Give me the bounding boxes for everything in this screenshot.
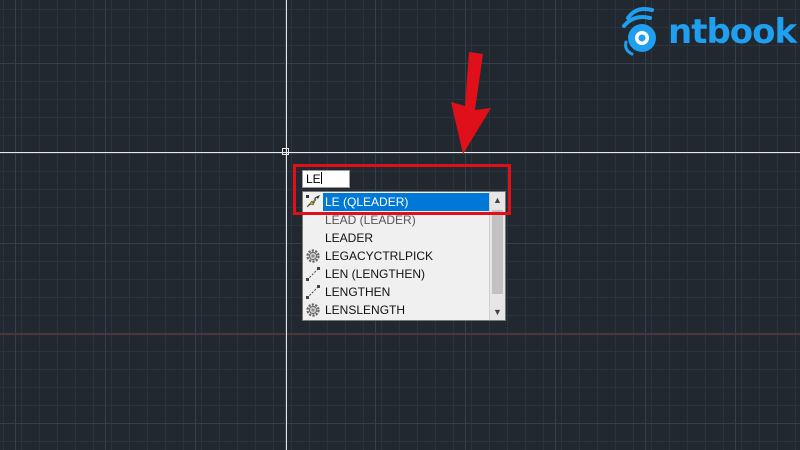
autocomplete-item-label: LENSLENGTH [325, 303, 406, 317]
logo-mark-icon [622, 7, 656, 56]
autocomplete-item-label: LEGACYCTRLPICK [325, 249, 434, 263]
gear-icon [306, 303, 320, 317]
autocomplete-item-lengthen[interactable]: LENGTHEN [303, 283, 490, 301]
scrollbar-thumb[interactable] [492, 210, 503, 294]
autocomplete-item-len-lengthen[interactable]: LEN (LENGTHEN) [303, 265, 490, 283]
cursor-pickbox [282, 148, 289, 155]
lengthen-line-icon [306, 267, 320, 281]
crosshair-vertical [286, 0, 287, 450]
lengthen-line-icon [306, 285, 320, 299]
annotation-highlight-box [293, 164, 511, 215]
autocomplete-item-legacyctrlpick[interactable]: LEGACYCTRLPICK [303, 247, 490, 265]
crosshair-horizontal [0, 152, 800, 153]
gear-icon [306, 249, 320, 263]
scroll-down-chevron-icon[interactable]: ▼ [490, 304, 505, 320]
logo-wordmark: ntbook [668, 12, 797, 52]
autocomplete-item-label: LEN (LENGTHEN) [325, 267, 426, 281]
autocomplete-item-label: LENGTHEN [325, 285, 391, 299]
autocomplete-item-leader[interactable]: LEADER [303, 229, 490, 247]
ntbook-logo: ntbook [620, 4, 798, 58]
annotation-arrow-icon [451, 52, 491, 154]
x-axis-line [0, 334, 800, 335]
autocomplete-item-lenslength[interactable]: LENSLENGTH [303, 301, 490, 319]
autocomplete-item-label: LEADER [325, 231, 374, 245]
